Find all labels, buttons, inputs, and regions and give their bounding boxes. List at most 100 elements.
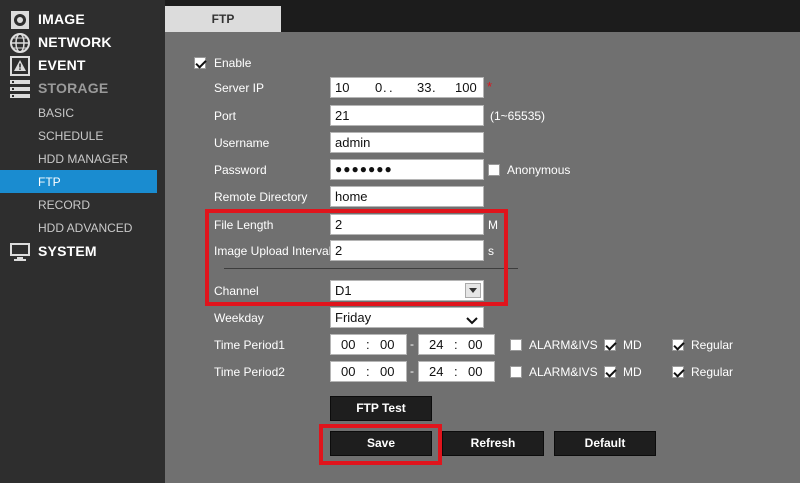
upload-interval-label: Image Upload Interval xyxy=(214,244,332,258)
end-hour: 24 xyxy=(429,364,444,379)
default-button[interactable]: Default xyxy=(554,431,656,456)
upload-interval-unit: s xyxy=(488,244,494,258)
monitor-icon xyxy=(9,241,31,262)
sidebar-item-hdd-manager[interactable]: HDD MANAGER xyxy=(0,147,157,170)
time-period-2-start[interactable]: 00 : 00 xyxy=(330,361,407,382)
time-range-dash: - xyxy=(410,364,414,378)
alarm-ivs-label: ALARM&IVS xyxy=(529,338,598,352)
upload-interval-input[interactable]: 2 xyxy=(330,240,484,261)
ip-octet-4: 100 xyxy=(455,80,477,95)
sidebar-group-label: SYSTEM xyxy=(38,243,97,259)
end-minute: 00 xyxy=(468,337,483,352)
time-period-2-label: Time Period2 xyxy=(214,365,285,379)
network-globe-icon xyxy=(9,32,31,53)
camera-icon xyxy=(9,9,31,30)
period-2-alarm-checkbox[interactable] xyxy=(510,366,522,378)
sidebar-item-label: RECORD xyxy=(38,198,91,212)
enable-checkbox[interactable] xyxy=(194,57,206,69)
time-colon: : xyxy=(454,364,458,379)
ip-octet-2-dot: . xyxy=(389,80,393,95)
chevron-down-icon xyxy=(466,313,478,328)
tab-ftp[interactable]: FTP xyxy=(165,6,281,32)
time-period-1-start[interactable]: 00 : 00 xyxy=(330,334,407,355)
sidebar-group-image[interactable]: IMAGE xyxy=(0,8,165,31)
sidebar-item-record[interactable]: RECORD xyxy=(0,193,157,216)
anonymous-checkbox[interactable] xyxy=(488,164,500,176)
server-ip-field[interactable]: 10 . 0 . 33 . 100 xyxy=(330,77,484,98)
channel-label: Channel xyxy=(214,284,259,298)
ip-octet-3: 33 xyxy=(417,80,432,95)
sidebar-group-label: EVENT xyxy=(38,57,86,73)
end-hour: 24 xyxy=(429,337,444,352)
sidebar-item-label: FTP xyxy=(38,175,61,189)
sidebar: IMAGE NETWORK EVENT STORAGE BASIC SCHEDU… xyxy=(0,0,165,483)
channel-value: D1 xyxy=(335,283,352,298)
sidebar-item-label: HDD MANAGER xyxy=(38,152,129,166)
enable-label: Enable xyxy=(214,56,252,70)
ip-octet-2: 0 xyxy=(375,80,383,95)
username-input[interactable]: admin xyxy=(330,132,484,153)
sidebar-item-hdd-advanced[interactable]: HDD ADVANCED xyxy=(0,216,157,239)
time-colon: : xyxy=(366,364,370,379)
start-minute: 00 xyxy=(380,364,395,379)
sidebar-group-network[interactable]: NETWORK xyxy=(0,31,165,54)
storage-list-icon xyxy=(9,78,31,99)
server-ip-label: Server IP xyxy=(214,81,265,95)
weekday-select[interactable]: Friday xyxy=(330,307,484,328)
port-input[interactable]: 21 xyxy=(330,105,484,126)
file-length-label: File Length xyxy=(214,218,274,232)
period-1-md-checkbox[interactable] xyxy=(604,339,616,351)
divider xyxy=(224,268,518,269)
port-label: Port xyxy=(214,109,237,123)
sidebar-group-event[interactable]: EVENT xyxy=(0,54,165,77)
end-minute: 00 xyxy=(468,364,483,379)
ip-octet-3-dot: . xyxy=(432,80,436,95)
sidebar-group-storage[interactable]: STORAGE xyxy=(0,77,165,100)
sidebar-group-label: IMAGE xyxy=(38,11,85,27)
channel-select[interactable]: D1 xyxy=(330,280,484,301)
ftp-settings-panel: Enable Server IP 10 . 0 . 33 . 100 * Por… xyxy=(165,32,800,483)
start-hour: 00 xyxy=(341,364,356,379)
period-1-alarm-checkbox[interactable] xyxy=(510,339,522,351)
time-range-dash: - xyxy=(410,337,414,351)
time-colon: : xyxy=(454,337,458,352)
file-length-input[interactable]: 2 xyxy=(330,214,484,235)
server-ip-required-mark: * xyxy=(487,79,493,94)
remote-directory-input[interactable]: home xyxy=(330,186,484,207)
period-1-regular-checkbox[interactable] xyxy=(672,339,684,351)
ip-octet-1-dot: . xyxy=(383,80,387,95)
username-label: Username xyxy=(214,136,270,150)
period-2-md-checkbox[interactable] xyxy=(604,366,616,378)
sidebar-item-label: HDD ADVANCED xyxy=(38,221,133,235)
weekday-label: Weekday xyxy=(214,311,264,325)
warning-icon xyxy=(9,55,31,76)
remote-directory-label: Remote Directory xyxy=(214,190,308,204)
md-label: MD xyxy=(623,338,642,352)
ftp-test-button[interactable]: FTP Test xyxy=(330,396,432,421)
save-button[interactable]: Save xyxy=(330,431,432,456)
sidebar-item-basic[interactable]: BASIC xyxy=(0,101,157,124)
file-length-unit: M xyxy=(488,218,498,232)
chevron-down-icon xyxy=(465,283,481,298)
sidebar-item-schedule[interactable]: SCHEDULE xyxy=(0,124,157,147)
sidebar-item-ftp[interactable]: FTP xyxy=(0,170,157,193)
regular-label: Regular xyxy=(691,365,734,379)
time-colon: : xyxy=(366,337,370,352)
alarm-ivs-label: ALARM&IVS xyxy=(529,365,598,379)
sidebar-group-system[interactable]: SYSTEM xyxy=(0,240,165,263)
password-input[interactable]: ●●●●●●● xyxy=(330,159,484,180)
anonymous-label: Anonymous xyxy=(507,163,571,177)
time-period-2-end[interactable]: 24 : 00 xyxy=(418,361,495,382)
md-label: MD xyxy=(623,365,642,379)
refresh-button[interactable]: Refresh xyxy=(442,431,544,456)
period-2-regular-checkbox[interactable] xyxy=(672,366,684,378)
port-range-hint: (1~65535) xyxy=(490,109,546,123)
time-period-1-end[interactable]: 24 : 00 xyxy=(418,334,495,355)
sidebar-group-label: STORAGE xyxy=(38,80,109,96)
ip-octet-1: 10 xyxy=(335,80,350,95)
start-minute: 00 xyxy=(380,337,395,352)
start-hour: 00 xyxy=(341,337,356,352)
weekday-value: Friday xyxy=(335,310,372,325)
regular-label: Regular xyxy=(691,338,734,352)
sidebar-item-label: SCHEDULE xyxy=(38,129,104,143)
